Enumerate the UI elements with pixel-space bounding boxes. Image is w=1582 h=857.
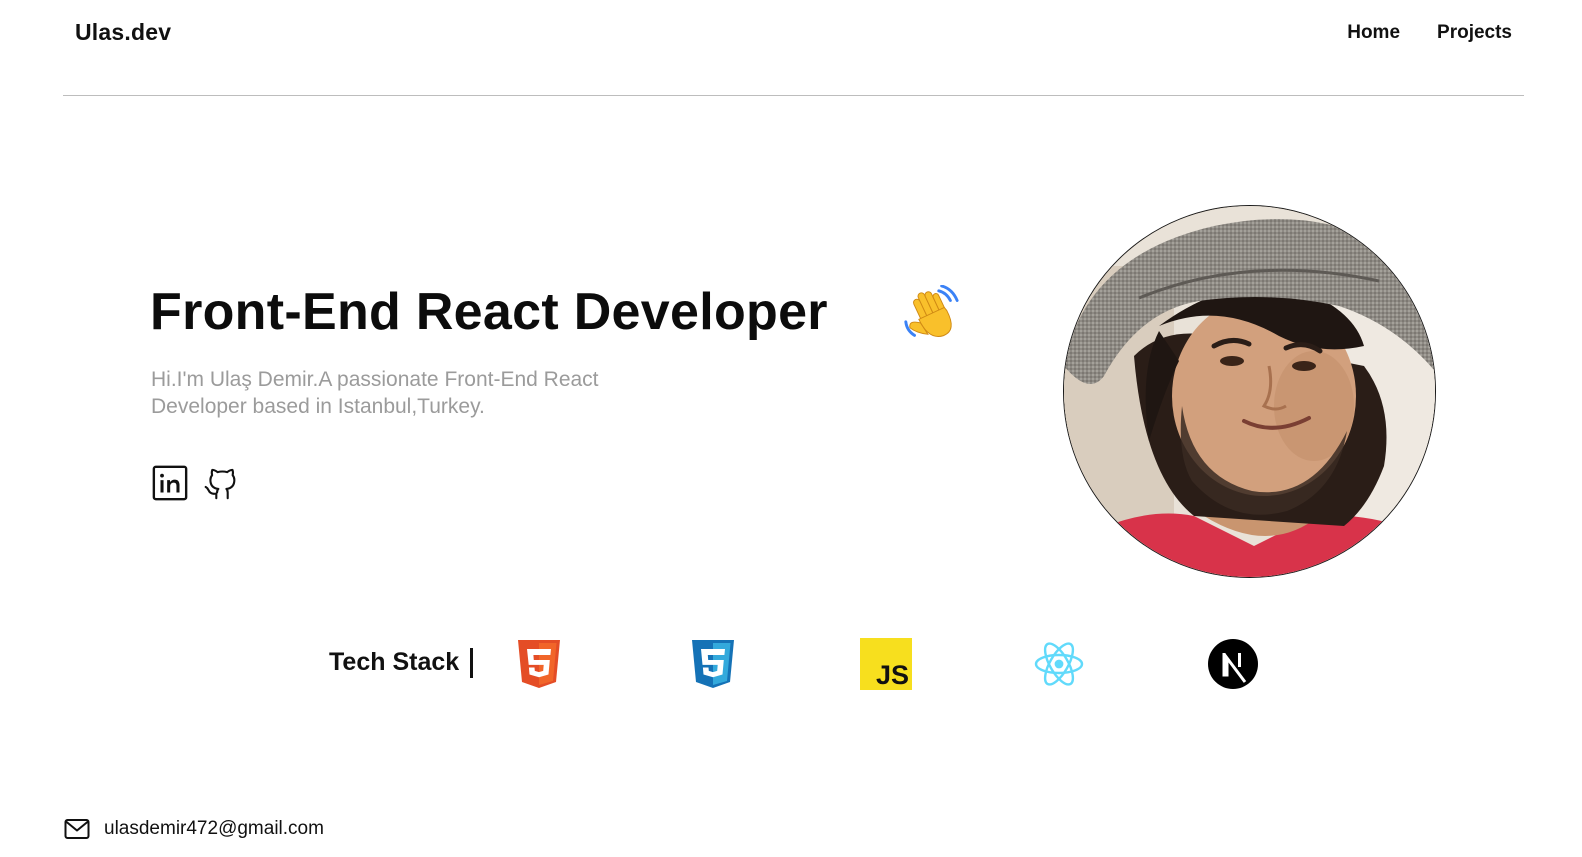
waving-hand-icon bbox=[904, 285, 959, 337]
javascript-icon: JS bbox=[860, 638, 912, 690]
tech-stack-separator bbox=[470, 648, 473, 678]
html5-icon bbox=[518, 640, 560, 688]
hero-description: Hi.I'm Ulaş Demir.A passionate Front-End… bbox=[151, 368, 599, 418]
page: Ulas.dev Home Projects Front-End React D… bbox=[0, 0, 1582, 857]
profile-photo bbox=[1063, 205, 1436, 578]
header-divider bbox=[63, 95, 1524, 96]
react-icon bbox=[1034, 642, 1084, 686]
nextjs-icon bbox=[1208, 639, 1258, 689]
mail-icon bbox=[64, 819, 90, 839]
main-nav: Home Projects bbox=[1347, 22, 1512, 44]
social-links bbox=[151, 464, 241, 502]
linkedin-icon[interactable] bbox=[151, 464, 189, 502]
site-logo[interactable]: Ulas.dev bbox=[75, 19, 171, 46]
nav-home-link[interactable]: Home bbox=[1347, 22, 1400, 44]
svg-text:JS: JS bbox=[876, 660, 909, 690]
tech-stack-label: Tech Stack bbox=[329, 648, 460, 676]
css3-icon bbox=[692, 640, 734, 688]
hero-title: Front-End React Developer bbox=[150, 283, 828, 341]
github-icon[interactable] bbox=[203, 464, 241, 502]
email-link[interactable]: ulasdemir472@gmail.com bbox=[104, 818, 324, 840]
nav-projects-link[interactable]: Projects bbox=[1437, 22, 1512, 44]
